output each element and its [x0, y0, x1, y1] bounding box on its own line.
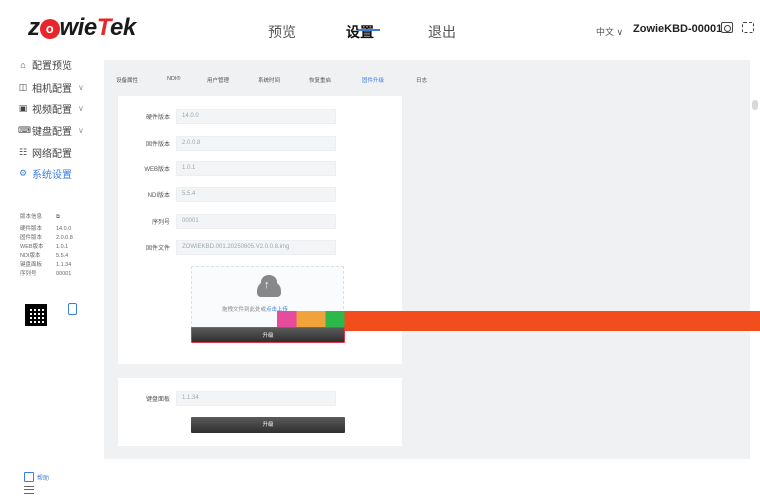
web-version-row: WEB版本 1.0.1	[118, 161, 336, 176]
sidebar-item-keyboard[interactable]: ⌨ 键盘配置 ∨	[18, 123, 84, 138]
cloud-upload-icon	[257, 275, 281, 297]
info-row: WEB版本 1.0.1	[20, 244, 69, 250]
tab-firmware-upgrade[interactable]: 固件升级	[362, 76, 384, 84]
language-selector[interactable]: 中文 ∨	[596, 25, 623, 38]
copy-icon[interactable]: ⧉	[56, 214, 60, 220]
nav-logout[interactable]: 退出	[428, 22, 456, 42]
firmware-version-field: 2.0.0.8	[176, 136, 336, 151]
sidebar	[0, 54, 100, 501]
network-icon: ☷	[18, 147, 28, 157]
zowietek-logo: z o wieTek	[28, 14, 136, 41]
fullscreen-icon[interactable]	[742, 22, 754, 33]
firmware-file-row: 固件文件 ZOWIEKBD.001.20250605.V2.0.0.8.img	[118, 240, 336, 255]
tab-restore-reboot[interactable]: 恢复重启	[309, 76, 331, 84]
tab-system-time[interactable]: 系统时间	[258, 76, 280, 84]
ndi-version-row: NDI版本 5.5.4	[118, 187, 336, 202]
keyboard-panel-card	[118, 378, 402, 446]
info-row: 键盘面板 1.1.34	[20, 262, 72, 268]
device-name: ZowieKBD-00001	[633, 23, 723, 35]
info-row: 序列号 00001	[20, 271, 72, 277]
sidebar-item-system[interactable]: ⚙ 系统设置	[18, 166, 72, 181]
settings-tabs: 设备属性 NDI® 用户管理 系统时间 恢复重启 固件升级 日志	[104, 60, 750, 94]
keyboard-upgrade-button[interactable]: 升级	[191, 417, 345, 433]
upload-progress-bar	[277, 311, 760, 331]
sidebar-item-camera[interactable]: ◫ 相机配置 ∨	[18, 80, 84, 95]
info-row: 固件版本 2.0.0.8	[20, 235, 73, 241]
firmware-file-field[interactable]: ZOWIEKBD.001.20250605.V2.0.0.8.img	[176, 240, 336, 255]
nav-preview[interactable]: 预览	[268, 22, 296, 42]
sidebar-item-overview[interactable]: ⌂ 配置预览	[18, 57, 72, 73]
video-icon: ▣	[18, 103, 28, 113]
tab-ndi[interactable]: NDI®	[167, 76, 181, 82]
tab-user-management[interactable]: 用户管理	[207, 76, 229, 84]
info-row: NDI版本 5.5.4	[20, 253, 69, 259]
keyboard-icon: ⌨	[18, 125, 31, 135]
serial-number-row: 序列号 00001	[118, 214, 336, 229]
chevron-down-icon: ∨	[78, 104, 84, 113]
serial-number-field: 00001	[176, 214, 336, 229]
snapshot-icon[interactable]	[721, 22, 733, 33]
help-link[interactable]: 帮助	[37, 473, 49, 482]
home-icon: ⌂	[20, 59, 26, 70]
tab-device-properties[interactable]: 设备属性	[116, 76, 138, 84]
collapse-menu-icon[interactable]	[24, 486, 34, 494]
version-info-title: 版本信息 ⧉	[20, 214, 60, 220]
chevron-down-icon: ∨	[78, 126, 84, 135]
gear-icon: ⚙	[18, 168, 28, 178]
keyboard-panel-row: 键盘面板 1.1.34	[118, 391, 336, 406]
web-version-field: 1.0.1	[176, 161, 336, 176]
help-book-icon[interactable]	[24, 472, 34, 482]
qr-code	[25, 304, 47, 326]
tab-log[interactable]: 日志	[416, 76, 427, 84]
firmware-upgrade-button[interactable]: 升级	[191, 327, 345, 343]
top-header: z o wieTek 预览 设置 退出 中文 ∨ ZowieKBD-00001	[0, 0, 760, 54]
camera-icon: ◫	[18, 82, 28, 92]
active-tab-indicator	[358, 29, 380, 31]
sidebar-item-video[interactable]: ▣ 视频配置 ∨	[18, 101, 84, 116]
nav-settings[interactable]: 设置	[346, 22, 374, 42]
firmware-version-row: 固件版本 2.0.0.8	[118, 136, 336, 151]
hardware-version-row: 硬件版本 14.0.0	[118, 109, 336, 124]
keyboard-panel-field: 1.1.34	[176, 391, 336, 406]
sidebar-item-network[interactable]: ☷ 网络配置	[18, 145, 72, 160]
scrollbar-thumb[interactable]	[752, 100, 758, 110]
chevron-down-icon: ∨	[78, 83, 84, 92]
info-row: 硬件版本 14.0.0	[20, 226, 72, 232]
hardware-version-field: 14.0.0	[176, 109, 336, 124]
ndi-version-field: 5.5.4	[176, 187, 336, 202]
phone-icon[interactable]	[68, 303, 77, 315]
